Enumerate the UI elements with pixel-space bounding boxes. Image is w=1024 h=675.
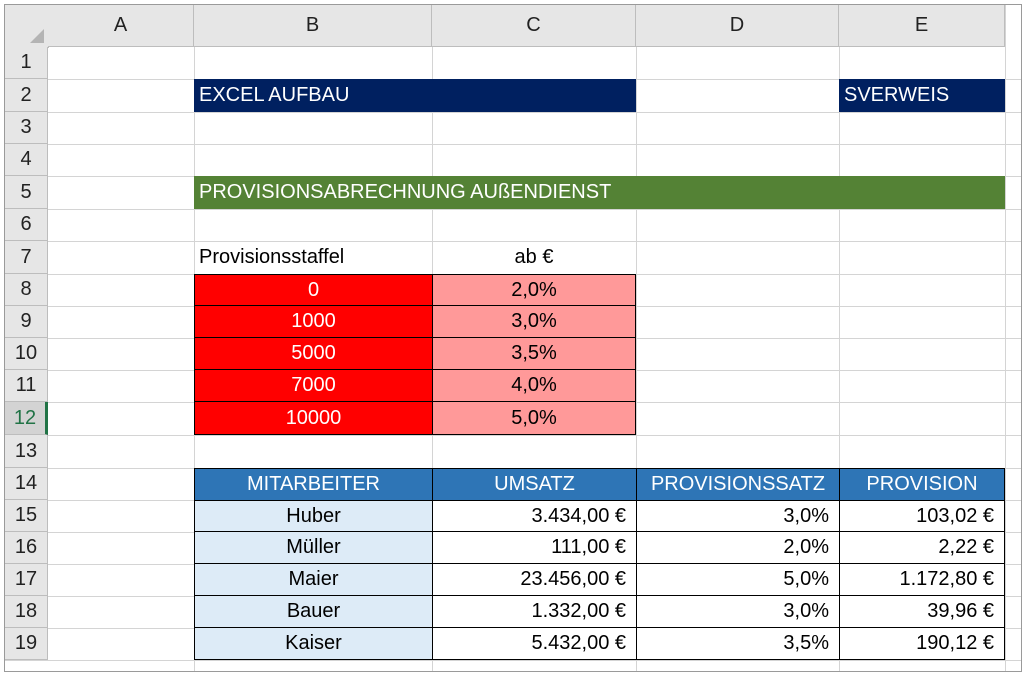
- row-header[interactable]: 18: [5, 596, 48, 628]
- table-cell-name[interactable]: Maier: [194, 564, 432, 596]
- gridline-horizontal: [5, 209, 1021, 210]
- staffel-threshold[interactable]: 1000: [194, 306, 432, 338]
- table-header-umsatz[interactable]: UMSATZ: [432, 468, 636, 501]
- row-header[interactable]: 17: [5, 564, 48, 596]
- table-cell-umsatz[interactable]: 3.434,00 €: [432, 501, 636, 532]
- row-header[interactable]: 7: [5, 241, 48, 274]
- title-banner[interactable]: EXCEL AUFBAU: [194, 79, 636, 112]
- column-header-b[interactable]: B: [194, 5, 432, 47]
- row-header[interactable]: 3: [5, 112, 48, 144]
- row-header[interactable]: 14: [5, 468, 48, 500]
- column-header-a[interactable]: A: [48, 5, 194, 47]
- staffel-threshold[interactable]: 7000: [194, 370, 432, 402]
- table-cell-umsatz[interactable]: 111,00 €: [432, 532, 636, 564]
- select-all-icon: [30, 29, 44, 43]
- column-header-d[interactable]: D: [636, 5, 839, 47]
- table-cell-name[interactable]: Müller: [194, 532, 432, 564]
- gridline-horizontal: [5, 435, 1021, 436]
- row-header[interactable]: 6: [5, 209, 48, 241]
- row-header[interactable]: 11: [5, 370, 48, 402]
- staffel-label-ab[interactable]: ab €: [432, 241, 636, 274]
- row-header[interactable]: 4: [5, 144, 48, 176]
- table-header-provision[interactable]: PROVISION: [839, 468, 1005, 501]
- staffel-rate[interactable]: 3,0%: [432, 306, 636, 338]
- staffel-rate[interactable]: 3,5%: [432, 338, 636, 370]
- staffel-rate[interactable]: 2,0%: [432, 274, 636, 306]
- table-cell-satz[interactable]: 3,5%: [636, 628, 839, 660]
- staffel-rate[interactable]: 5,0%: [432, 402, 636, 435]
- table-cell-name[interactable]: Huber: [194, 501, 432, 532]
- section-banner[interactable]: PROVISIONSABRECHNUNG AUßENDIENST: [194, 176, 1005, 209]
- row-header[interactable]: 10: [5, 338, 48, 370]
- row-header[interactable]: 19: [5, 628, 48, 660]
- gridline-horizontal: [5, 144, 1021, 145]
- table-cell-satz[interactable]: 3,0%: [636, 501, 839, 532]
- row-header[interactable]: 8: [5, 274, 48, 306]
- sverweis-banner[interactable]: SVERWEIS: [839, 79, 1005, 112]
- table-cell-provision[interactable]: 1.172,80 €: [839, 564, 1005, 596]
- table-cell-provision[interactable]: 103,02 €: [839, 501, 1005, 532]
- gridline-horizontal: [5, 112, 1021, 113]
- staffel-threshold[interactable]: 0: [194, 274, 432, 306]
- table-cell-umsatz[interactable]: 1.332,00 €: [432, 596, 636, 628]
- table-cell-provision[interactable]: 2,22 €: [839, 532, 1005, 564]
- staffel-rate[interactable]: 4,0%: [432, 370, 636, 402]
- staffel-label[interactable]: Provisionsstaffel: [194, 241, 432, 274]
- gridline-horizontal: [5, 660, 1021, 661]
- row-header[interactable]: 13: [5, 435, 48, 468]
- table-cell-provision[interactable]: 39,96 €: [839, 596, 1005, 628]
- row-header-active[interactable]: 12: [5, 402, 48, 435]
- row-header[interactable]: 5: [5, 176, 48, 209]
- spreadsheet-grid[interactable]: A B C D E 1 2 3 4 5 6 7 8 9 10 11 12 13 …: [4, 4, 1022, 672]
- table-cell-satz[interactable]: 5,0%: [636, 564, 839, 596]
- staffel-threshold[interactable]: 10000: [194, 402, 432, 435]
- column-header-c[interactable]: C: [432, 5, 636, 47]
- table-header-mitarbeiter[interactable]: MITARBEITER: [194, 468, 432, 501]
- table-cell-umsatz[interactable]: 5.432,00 €: [432, 628, 636, 660]
- row-header[interactable]: 16: [5, 532, 48, 564]
- table-cell-provision[interactable]: 190,12 €: [839, 628, 1005, 660]
- column-header-e[interactable]: E: [839, 5, 1005, 47]
- table-cell-name[interactable]: Bauer: [194, 596, 432, 628]
- table-header-provisionssatz[interactable]: PROVISIONSSATZ: [636, 468, 839, 501]
- staffel-threshold[interactable]: 5000: [194, 338, 432, 370]
- row-header[interactable]: 2: [5, 79, 48, 112]
- row-header[interactable]: 15: [5, 500, 48, 532]
- table-cell-satz[interactable]: 2,0%: [636, 532, 839, 564]
- table-cell-satz[interactable]: 3,0%: [636, 596, 839, 628]
- select-all-corner[interactable]: [5, 5, 49, 48]
- table-cell-umsatz[interactable]: 23.456,00 €: [432, 564, 636, 596]
- row-header[interactable]: 9: [5, 306, 48, 338]
- row-header[interactable]: 1: [5, 47, 48, 79]
- table-cell-name[interactable]: Kaiser: [194, 628, 432, 660]
